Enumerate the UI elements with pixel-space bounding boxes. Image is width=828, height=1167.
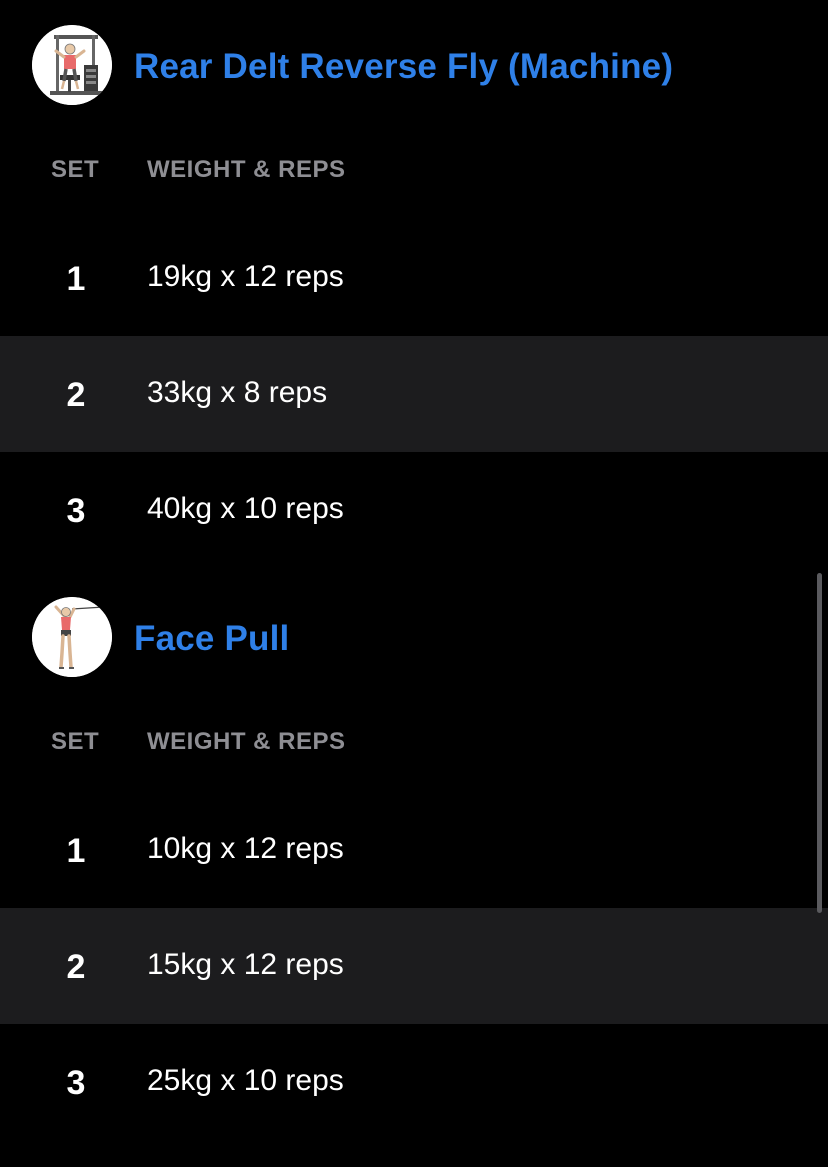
column-header-weight-reps: WEIGHT & REPS [147,728,346,755]
set-row: 3 40kg x 10 reps [0,452,828,568]
exercise-title[interactable]: Face Pull [134,619,289,659]
set-number: 3 [66,492,86,530]
face-pull-icon [32,597,112,677]
exercise-card-rear-delt-reverse-fly: Rear Delt Reverse Fly (Machine) SET WEIG… [0,25,828,568]
set-weight-reps: 25kg x 10 reps [147,1064,344,1097]
set-weight-reps: 10kg x 12 reps [147,832,344,865]
set-number: 3 [66,1064,86,1102]
exercise-header[interactable]: Face Pull [0,597,828,677]
vertical-scrollbar[interactable] [817,573,822,913]
exercise-thumbnail[interactable] [32,597,112,677]
set-number: 2 [66,948,86,986]
set-weight-reps: 15kg x 12 reps [147,948,344,981]
set-weight-reps: 40kg x 10 reps [147,492,344,525]
set-weight-reps: 33kg x 8 reps [147,376,328,409]
set-row: 2 15kg x 12 reps [0,908,828,1024]
sets-table-header: SET WEIGHT & REPS [0,677,828,792]
set-number: 1 [66,832,86,870]
set-row: 2 33kg x 8 reps [0,336,828,452]
set-row: 3 25kg x 10 reps [0,1024,828,1140]
workout-detail-screen: Rear Delt Reverse Fly (Machine) SET WEIG… [0,0,828,1167]
exercise-thumbnail[interactable] [32,25,112,105]
set-weight-reps: 19kg x 12 reps [147,260,344,293]
column-header-set: SET [51,728,100,755]
set-number: 1 [66,260,86,298]
exercise-title[interactable]: Rear Delt Reverse Fly (Machine) [134,47,673,87]
column-header-set: SET [51,156,100,183]
set-row: 1 10kg x 12 reps [0,792,828,908]
set-row: 1 19kg x 12 reps [0,220,828,336]
set-number: 2 [66,376,86,414]
column-header-weight-reps: WEIGHT & REPS [147,156,346,183]
exercise-card-face-pull: Face Pull SET WEIGHT & REPS 1 10kg x 12 … [0,597,828,1140]
exercise-header[interactable]: Rear Delt Reverse Fly (Machine) [0,25,828,105]
sets-table-header: SET WEIGHT & REPS [0,105,828,220]
rear-delt-fly-machine-icon [32,25,112,105]
